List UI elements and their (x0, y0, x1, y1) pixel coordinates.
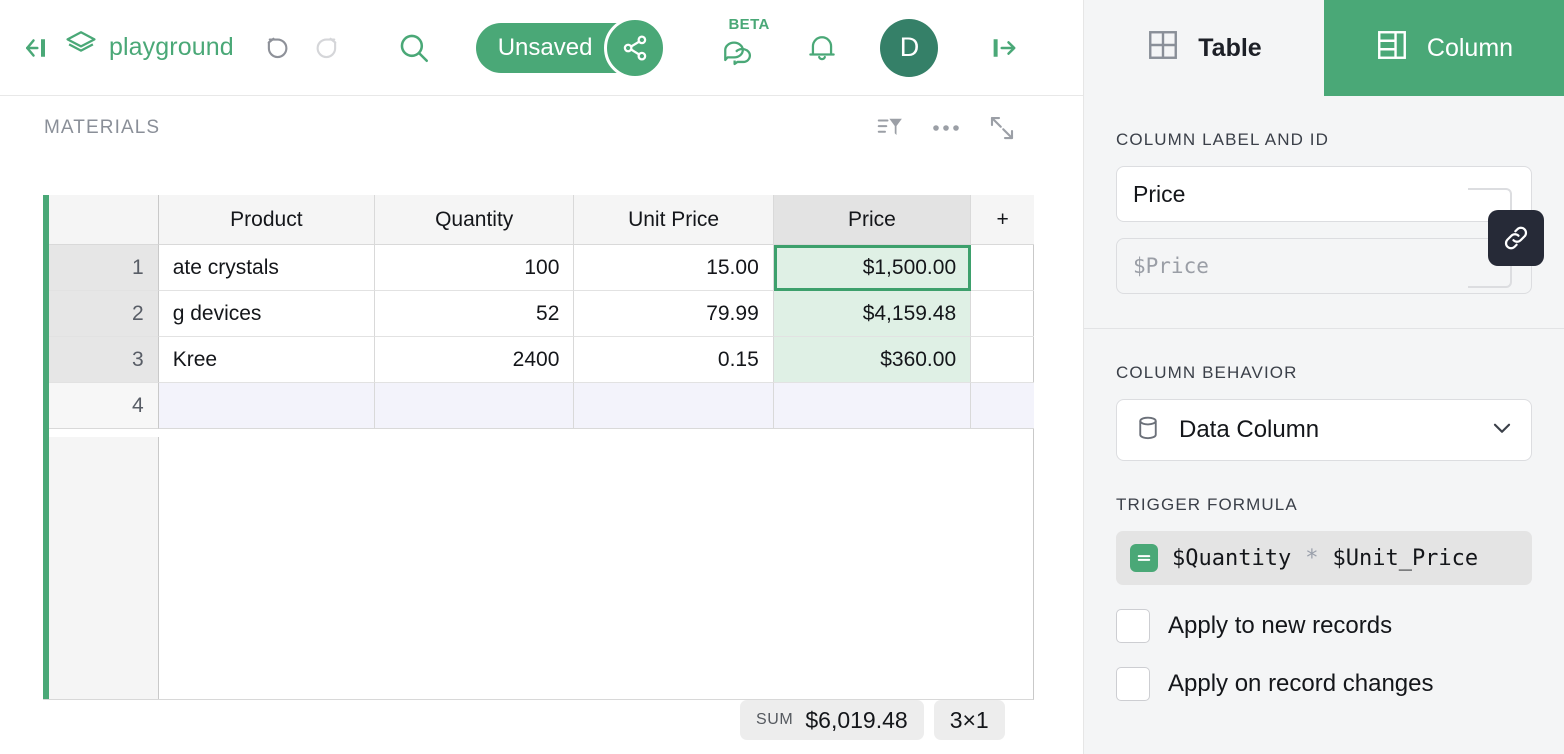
label-id-fields: Price $Price (1116, 166, 1532, 294)
share-icon[interactable] (604, 17, 666, 79)
cell-price[interactable]: $1,500.00 (774, 245, 971, 291)
column-behavior-value: Data Column (1179, 416, 1473, 444)
cell-price[interactable]: $360.00 (774, 337, 971, 383)
grid-header-row: Product Quantity Unit Price Price + (49, 195, 1034, 245)
cell-price[interactable]: $4,159.48 (774, 291, 971, 337)
sum-label: SUM (756, 711, 793, 729)
dimensions-chip[interactable]: 3×1 (934, 700, 1005, 740)
apply-new-records-label: Apply to new records (1168, 612, 1392, 640)
ellipsis-icon[interactable] (931, 122, 961, 134)
cell-quantity[interactable]: 2400 (375, 337, 574, 383)
tab-column[interactable]: Column (1324, 0, 1564, 96)
cell-product[interactable]: g devices (159, 291, 375, 337)
table-header-bar: MATERIALS (0, 96, 1035, 160)
row-number[interactable]: 4 (49, 383, 159, 429)
search-icon[interactable] (390, 24, 438, 72)
layers-icon (64, 28, 98, 67)
trigger-formula-heading: TRIGGER FORMULA (1116, 495, 1532, 515)
column-header-quantity[interactable]: Quantity (375, 195, 574, 245)
apply-new-records-row[interactable]: Apply to new records (1116, 609, 1532, 643)
column-header-price[interactable]: Price (774, 195, 971, 245)
expand-icon[interactable] (987, 113, 1017, 143)
side-panel: Table Column COLUMN LABEL AND ID Price $… (1084, 0, 1564, 754)
label-id-section: COLUMN LABEL AND ID Price $Price (1084, 96, 1564, 294)
formula-operator: * (1305, 546, 1318, 571)
apply-record-changes-label: Apply on record changes (1168, 670, 1434, 698)
table-title: MATERIALS (44, 117, 160, 139)
table-row-new: 4 (49, 383, 1034, 429)
tab-table-label: Table (1198, 34, 1261, 63)
column-behavior-heading: COLUMN BEHAVIOR (1116, 363, 1532, 383)
row-number[interactable]: 2 (49, 291, 159, 337)
column-behavior-select[interactable]: Data Column (1116, 399, 1532, 461)
table-row: 3 Kree 2400 0.15 $360.00 (49, 337, 1034, 383)
add-column-button[interactable]: + (971, 195, 1034, 245)
apply-record-changes-row[interactable]: Apply on record changes (1116, 667, 1532, 701)
chevron-down-icon (1489, 415, 1515, 446)
row-end-spacer (971, 291, 1034, 337)
row-number[interactable]: 3 (49, 337, 159, 383)
collapse-left-icon[interactable] (14, 26, 58, 70)
cell-product[interactable]: ate crystals (159, 245, 375, 291)
cell-product[interactable] (159, 383, 375, 429)
grid-table-icon (1146, 28, 1180, 69)
column-header-unit-price[interactable]: Unit Price (574, 195, 773, 245)
label-id-heading: COLUMN LABEL AND ID (1116, 130, 1532, 150)
undo-icon[interactable] (254, 25, 300, 71)
cell-unit-price[interactable] (574, 383, 773, 429)
cell-quantity[interactable]: 52 (375, 291, 574, 337)
unsaved-share-group: Unsaved (476, 23, 663, 73)
cell-product[interactable]: Kree (159, 337, 375, 383)
cell-unit-price[interactable]: 0.15 (574, 337, 773, 383)
dimensions-value: 3×1 (950, 707, 989, 734)
app-root: playground Unsaved (0, 0, 1564, 754)
grid-body: Product Quantity Unit Price Price + 1 at… (49, 195, 1034, 699)
main-pane: playground Unsaved (0, 0, 1084, 754)
redo-icon[interactable] (304, 25, 350, 71)
sum-value: $6,019.48 (805, 707, 907, 734)
chat-bubbles-icon (721, 37, 755, 76)
beta-badge: BETA (728, 16, 769, 33)
database-icon (1133, 413, 1163, 448)
row-number-header (49, 195, 159, 245)
tab-table[interactable]: Table (1084, 0, 1324, 96)
cell-quantity[interactable]: 100 (375, 245, 574, 291)
table-header-actions (875, 113, 1035, 143)
row-end-spacer (971, 245, 1034, 291)
formula-operand-right: $Unit_Price (1332, 546, 1478, 571)
column-panel-icon (1375, 28, 1409, 69)
avatar[interactable]: D (880, 19, 938, 77)
grid-footer: SUM $6,019.48 3×1 (740, 700, 1005, 740)
column-behavior-section: COLUMN BEHAVIOR Data Column (1084, 329, 1564, 461)
trigger-formula-section: TRIGGER FORMULA $Quantity * $Unit_Price … (1084, 461, 1564, 701)
formula-operand-left: $Quantity (1172, 546, 1291, 571)
top-toolbar: playground Unsaved (0, 0, 1083, 96)
table-row: 2 g devices 52 79.99 $4,159.48 (49, 291, 1034, 337)
row-number[interactable]: 1 (49, 245, 159, 291)
row-end-spacer (971, 383, 1034, 429)
sum-chip[interactable]: SUM $6,019.48 (740, 700, 924, 740)
equals-icon (1130, 544, 1158, 572)
cell-unit-price[interactable]: 79.99 (574, 291, 773, 337)
app-name: playground (109, 33, 234, 62)
tab-column-label: Column (1427, 34, 1513, 63)
row-end-spacer (971, 337, 1034, 383)
cell-price[interactable] (774, 383, 971, 429)
formula-chip[interactable]: $Quantity * $Unit_Price (1116, 531, 1532, 585)
table-row: 1 ate crystals 100 15.00 $1,500.00 (49, 245, 1034, 291)
cell-unit-price[interactable]: 15.00 (574, 245, 773, 291)
chat-button[interactable]: BETA (714, 20, 762, 76)
link-icon[interactable] (1488, 210, 1544, 266)
app-logo[interactable]: playground (64, 28, 234, 67)
apply-record-changes-checkbox[interactable] (1116, 667, 1150, 701)
logout-icon[interactable] (980, 25, 1026, 71)
panel-tabs: Table Column (1084, 0, 1564, 96)
column-header-product[interactable]: Product (159, 195, 375, 245)
cell-quantity[interactable] (375, 383, 574, 429)
data-grid: Product Quantity Unit Price Price + 1 at… (43, 195, 1034, 700)
bell-icon[interactable] (798, 24, 846, 72)
apply-new-records-checkbox[interactable] (1116, 609, 1150, 643)
filter-sort-icon[interactable] (875, 113, 905, 143)
